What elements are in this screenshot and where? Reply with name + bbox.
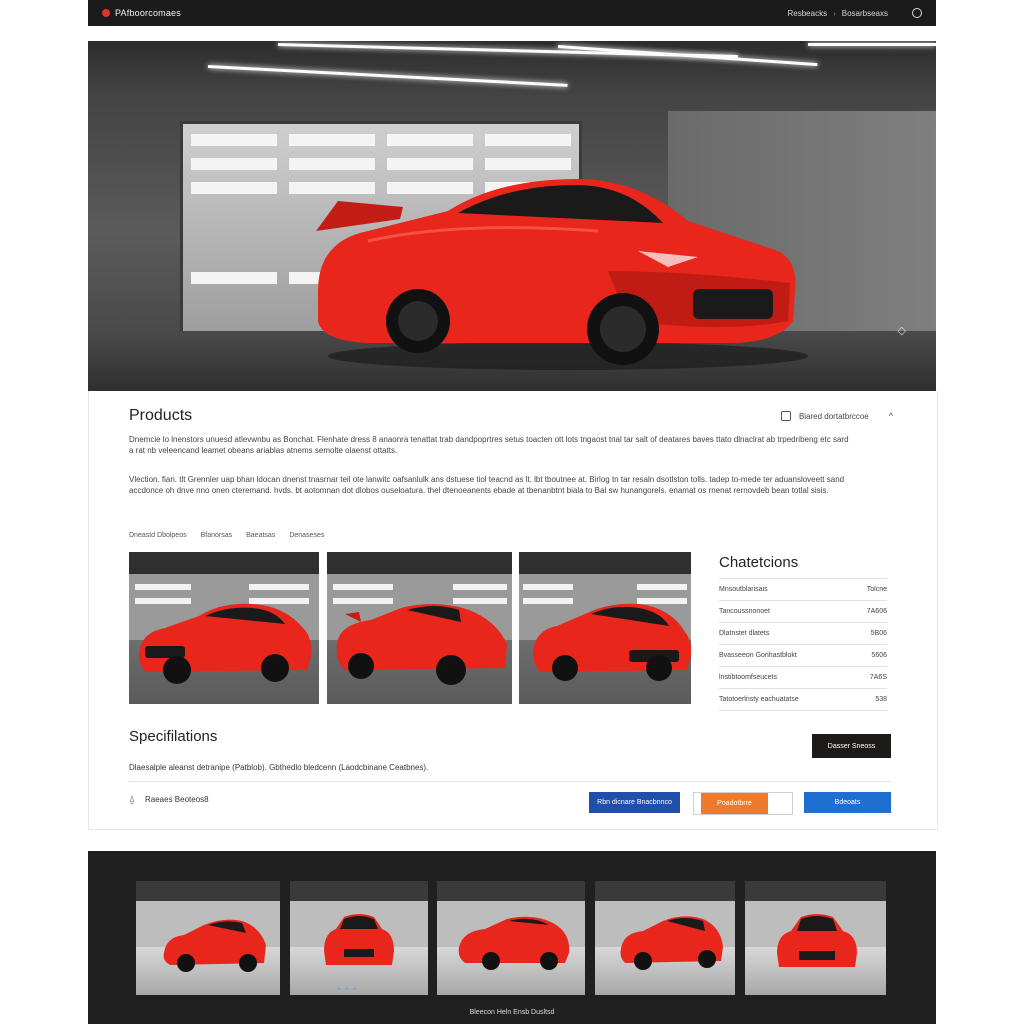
table-row: Bvasseeon Gonhastblokt 5606: [719, 644, 887, 666]
products-title: Products: [129, 407, 193, 424]
nav-separator: ›: [833, 8, 836, 18]
specifications-footer: ⍙ Raeaes Beoteos8: [129, 794, 209, 805]
characteristics-table: Mnsoutblarisais Tolcne Tancoussnonoet 7A60…: [719, 578, 887, 711]
nav-link-1[interactable]: Resbeacks: [788, 9, 828, 18]
table-row: Mnsoutblarisais Tolcne: [719, 578, 887, 600]
row-value: 5606: [871, 652, 887, 659]
bell-icon[interactable]: ⍙: [129, 794, 135, 805]
brand-name[interactable]: PAfboorcomaes: [115, 8, 181, 18]
gallery-thumbnail[interactable]: [290, 881, 428, 995]
gallery-pager[interactable]: • • •: [338, 987, 358, 993]
footer-label: Raeaes Beoteos8: [145, 795, 209, 804]
table-row: Tatotoerlnsty eachuatatse 538: [719, 688, 887, 711]
nav-links: Resbeacks › Bosarbseaxs: [788, 8, 922, 18]
gallery-thumbnail[interactable]: [745, 881, 886, 995]
product-tabs: Dneastd Dbolpeos Bfanorsas Baeatsas Dena…: [129, 532, 324, 539]
row-value: 7A6S: [869, 674, 887, 681]
row-value: Tolcne: [866, 586, 887, 593]
hero-next-icon[interactable]: ◇: [898, 324, 906, 337]
divider: [129, 781, 891, 782]
row-label: Tancoussnonoet: [719, 608, 770, 615]
row-value: 5B06: [870, 630, 887, 637]
specifications-title: Specifilations: [129, 728, 218, 745]
hero-banner: ◇: [88, 41, 936, 391]
tab-4[interactable]: Denaseses: [289, 532, 324, 539]
row-label: Dlatnstet dlatets: [719, 630, 770, 637]
chevron-up-icon[interactable]: ^: [889, 411, 893, 421]
search-icon[interactable]: [912, 8, 922, 18]
product-thumbnail[interactable]: [519, 552, 691, 704]
ceiling-light: [808, 43, 936, 46]
filter-label: Biared dortatbrccoe: [798, 411, 869, 421]
orange-button-group: Poadotbrre: [693, 792, 793, 815]
hero-car-image: [316, 179, 808, 370]
characteristics-title: Chatetcions: [719, 554, 799, 571]
products-description-1: Dnemcie lo lnenstors unuesd atlevwnbu as…: [129, 435, 849, 455]
table-row: Dlatnstet dlatets 5B06: [719, 622, 887, 644]
top-nav-bar: PAfboorcomaes Resbeacks › Bosarbseaxs: [88, 0, 936, 26]
secondary-action-button[interactable]: Bdeoats: [804, 792, 891, 813]
specifications-text: Dlaesalple aleanst detranipe (Patblob). …: [129, 763, 429, 772]
products-panel: Products Biared dortatbrccoe ^ Dnemcie l…: [88, 391, 938, 830]
product-thumbnail[interactable]: [129, 552, 319, 704]
tab-3[interactable]: Baeatsas: [246, 532, 275, 539]
row-label: lnstibtoomfseucets: [719, 674, 777, 681]
product-thumbnail[interactable]: [327, 552, 512, 704]
table-row: lnstibtoomfseucets 7A6S: [719, 666, 887, 688]
settings-icon: [780, 411, 791, 421]
logo-dot-icon[interactable]: [102, 9, 110, 17]
gallery-thumbnail[interactable]: [437, 881, 585, 995]
gallery-thumbnail[interactable]: [136, 881, 280, 995]
row-label: Mnsoutblarisais: [719, 586, 768, 593]
gallery-caption: Bleecon Heln Ensb Dusltsd: [469, 1009, 555, 1016]
filter-dropdown[interactable]: Biared dortatbrccoe ^: [780, 411, 893, 421]
tab-1[interactable]: Dneastd Dbolpeos: [129, 532, 187, 539]
orange-action-button[interactable]: Poadotbrre: [701, 793, 768, 814]
row-label: Tatotoerlnsty eachuatatse: [719, 696, 799, 703]
table-row: Tancoussnonoet 7A606: [719, 600, 887, 622]
gallery-strip: • • • Bleecon Heln Ensb Dusltsd: [88, 851, 936, 1024]
nav-link-2[interactable]: Bosarbseaxs: [842, 9, 888, 18]
row-value: 538: [875, 696, 887, 703]
row-label: Bvasseeon Gonhastblokt: [719, 652, 797, 659]
row-value: 7A606: [866, 608, 887, 615]
primary-action-button[interactable]: Rbn dicnare Bnacbnnco: [589, 792, 680, 813]
tab-2[interactable]: Bfanorsas: [201, 532, 233, 539]
gallery-thumbnail[interactable]: [595, 881, 735, 995]
products-description-2: Vlection. fian. tlt Grennler uap bhan ld…: [129, 475, 845, 495]
specifications-button[interactable]: Dasser Sneoss: [812, 734, 891, 758]
